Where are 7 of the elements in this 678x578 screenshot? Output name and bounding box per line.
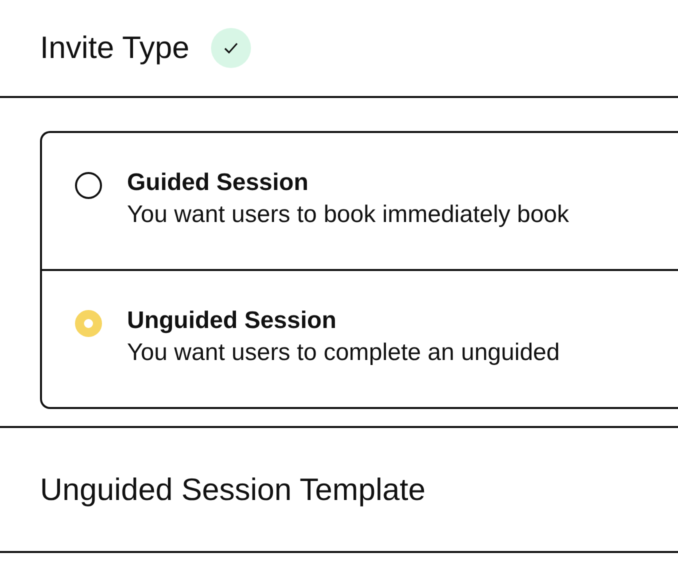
radio-button[interactable] [75, 172, 102, 199]
option-title: Guided Session [127, 169, 310, 197]
option-description: You want users to book immediately book [127, 201, 570, 229]
option-description: You want users to complete an unguided [127, 339, 560, 367]
section-title: Invite Type [40, 30, 190, 66]
option-title: Unguided Session [127, 307, 338, 335]
section-title: Unguided Session Template [40, 472, 426, 508]
